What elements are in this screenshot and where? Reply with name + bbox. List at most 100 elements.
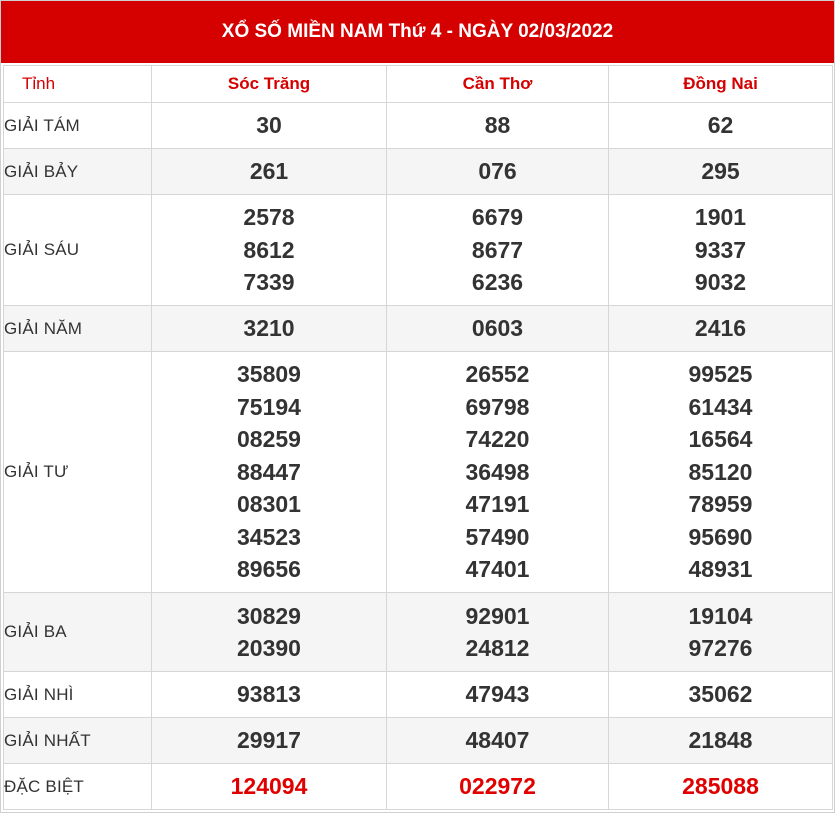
prize-number: 47191 bbox=[465, 491, 530, 518]
prize-label: GIẢI TƯ bbox=[3, 351, 152, 593]
table-row: GIẢI SÁU 2578 8612 7339 6679 8677 6236 1… bbox=[3, 194, 833, 306]
prize-number: 6679 bbox=[471, 204, 524, 231]
table-header-row: Tỉnh Sóc Trăng Cần Thơ Đồng Nai bbox=[3, 65, 833, 103]
province-header[interactable]: Cần Thơ bbox=[386, 65, 609, 103]
prize-number: 69798 bbox=[465, 393, 530, 420]
prize-number: 295 bbox=[701, 158, 740, 185]
table-row: GIẢI BA 30829 20390 92901 24812 19104 97… bbox=[3, 592, 833, 672]
prize-cell: 47943 bbox=[386, 671, 609, 718]
prize-cell: 076 bbox=[386, 148, 609, 195]
province-header[interactable]: Đồng Nai bbox=[608, 65, 833, 103]
prize-cell: 93813 bbox=[151, 671, 387, 718]
special-prize-number: 285088 bbox=[682, 773, 759, 800]
prize-number: 61434 bbox=[688, 393, 753, 420]
prize-number: 47943 bbox=[465, 681, 530, 708]
prize-number: 08301 bbox=[237, 491, 301, 518]
prize-number: 57490 bbox=[465, 523, 530, 550]
prize-cell: 6679 8677 6236 bbox=[386, 194, 609, 306]
table-row: GIẢI TÁM 30 88 62 bbox=[3, 102, 833, 149]
prize-number: 076 bbox=[478, 158, 517, 185]
prize-number: 8612 bbox=[243, 236, 295, 263]
prize-number: 93813 bbox=[237, 681, 301, 708]
prize-label: GIẢI BA bbox=[3, 592, 152, 672]
prize-number: 95690 bbox=[688, 523, 753, 550]
special-prize-number: 124094 bbox=[230, 773, 308, 800]
province-header-label: Tỉnh bbox=[3, 65, 152, 103]
table-row-special: ĐẶC BIỆT 124094 022972 285088 bbox=[3, 763, 833, 810]
prize-number: 88 bbox=[484, 112, 511, 139]
prize-cell: 261 bbox=[151, 148, 387, 195]
prize-cell: 35062 bbox=[608, 671, 833, 718]
prize-number: 35062 bbox=[688, 681, 753, 708]
table-row: GIẢI TƯ 35809 75194 08259 88447 08301 34… bbox=[3, 351, 833, 593]
prize-label: GIẢI SÁU bbox=[3, 194, 152, 306]
prize-number: 97276 bbox=[688, 635, 753, 661]
prize-label: GIẢI BẢY bbox=[3, 148, 152, 195]
prize-number: 29917 bbox=[237, 727, 301, 754]
prize-number: 6236 bbox=[471, 269, 524, 296]
prize-number: 9032 bbox=[694, 269, 747, 296]
prize-number: 89656 bbox=[237, 556, 301, 583]
prize-cell: 62 bbox=[608, 102, 833, 149]
prize-number: 2578 bbox=[243, 204, 295, 231]
prize-number: 35809 bbox=[237, 361, 301, 388]
prize-cell: 21848 bbox=[608, 717, 833, 764]
prize-label: GIẢI NHẤT bbox=[3, 717, 152, 764]
prize-number: 261 bbox=[249, 158, 289, 185]
prize-number: 08259 bbox=[237, 426, 301, 453]
prize-number: 21848 bbox=[688, 727, 753, 754]
prize-number: 74220 bbox=[465, 426, 530, 453]
prize-number: 48931 bbox=[688, 556, 753, 583]
prize-number: 62 bbox=[707, 112, 734, 139]
prize-number: 9337 bbox=[694, 236, 747, 263]
prize-number: 48407 bbox=[465, 727, 530, 754]
prize-number: 88447 bbox=[237, 458, 301, 485]
prize-cell: 2578 8612 7339 bbox=[151, 194, 387, 306]
page-title: XỔ SỐ MIỀN NAM Thứ 4 - NGÀY 02/03/2022 bbox=[1, 1, 834, 63]
prize-number: 75194 bbox=[237, 393, 301, 420]
prize-cell: 48407 bbox=[386, 717, 609, 764]
prize-cell: 3210 bbox=[151, 305, 387, 352]
prize-cell: 35809 75194 08259 88447 08301 34523 8965… bbox=[151, 351, 387, 593]
prize-number: 19104 bbox=[688, 602, 753, 629]
prize-cell: 285088 bbox=[608, 763, 833, 810]
prize-cell: 30 bbox=[151, 102, 387, 149]
prize-number: 16564 bbox=[688, 426, 753, 453]
prize-cell: 2416 bbox=[608, 305, 833, 352]
prize-number: 1901 bbox=[694, 204, 747, 231]
prize-cell: 124094 bbox=[151, 763, 387, 810]
results-table: Tỉnh Sóc Trăng Cần Thơ Đồng Nai GIẢI TÁM… bbox=[3, 65, 833, 810]
prize-label: GIẢI NĂM bbox=[3, 305, 152, 352]
prize-cell: 26552 69798 74220 36498 47191 57490 4740… bbox=[386, 351, 609, 593]
prize-cell: 0603 bbox=[386, 305, 609, 352]
prize-number: 99525 bbox=[688, 361, 753, 388]
prize-number: 34523 bbox=[237, 523, 301, 550]
province-header[interactable]: Sóc Trăng bbox=[151, 65, 387, 103]
prize-number: 92901 bbox=[465, 602, 530, 629]
prize-number: 26552 bbox=[465, 361, 530, 388]
prize-number: 2416 bbox=[694, 315, 747, 342]
prize-number: 0603 bbox=[471, 315, 524, 342]
prize-number: 30 bbox=[256, 112, 282, 139]
prize-number: 30829 bbox=[237, 602, 301, 629]
prize-number: 8677 bbox=[471, 236, 524, 263]
prize-number: 85120 bbox=[688, 458, 753, 485]
prize-number: 47401 bbox=[465, 556, 530, 583]
table-row: GIẢI NHÌ 93813 47943 35062 bbox=[3, 671, 833, 718]
results-panel: XỔ SỐ MIỀN NAM Thứ 4 - NGÀY 02/03/2022 T… bbox=[0, 0, 835, 813]
prize-label: ĐẶC BIỆT bbox=[3, 763, 152, 810]
table-row: GIẢI NHẤT 29917 48407 21848 bbox=[3, 717, 833, 764]
prize-number: 78959 bbox=[688, 491, 753, 518]
table-row: GIẢI BẢY 261 076 295 bbox=[3, 148, 833, 195]
prize-number: 3210 bbox=[243, 315, 295, 342]
prize-label: GIẢI TÁM bbox=[3, 102, 152, 149]
prize-cell: 1901 9337 9032 bbox=[608, 194, 833, 306]
special-prize-number: 022972 bbox=[459, 773, 536, 800]
prize-cell: 88 bbox=[386, 102, 609, 149]
prize-number: 20390 bbox=[237, 635, 301, 661]
prize-cell: 92901 24812 bbox=[386, 592, 609, 672]
prize-cell: 29917 bbox=[151, 717, 387, 764]
prize-number: 36498 bbox=[465, 458, 530, 485]
prize-cell: 30829 20390 bbox=[151, 592, 387, 672]
table-row: GIẢI NĂM 3210 0603 2416 bbox=[3, 305, 833, 352]
